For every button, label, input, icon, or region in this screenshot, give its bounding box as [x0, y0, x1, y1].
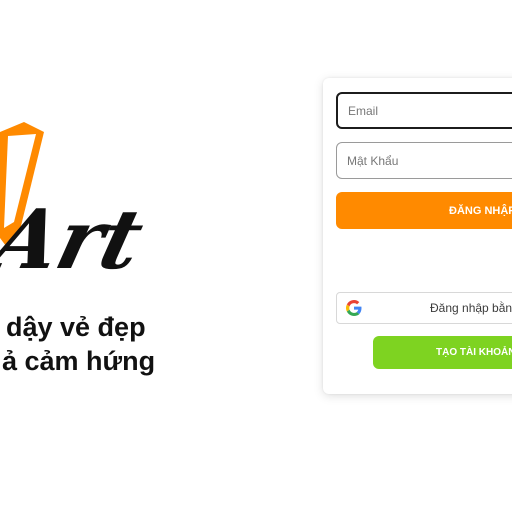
email-input[interactable]: [336, 92, 512, 129]
login-page: Art dậy vẻ đẹp ả cảm hứng ĐĂNG NHẬP Đăng…: [0, 0, 512, 512]
google-login-button[interactable]: Đăng nhập bằng: [336, 292, 512, 324]
login-card: ĐĂNG NHẬP Đăng nhập bằng TẠO TÀI KHOẢN M: [323, 78, 512, 394]
google-icon: [346, 300, 362, 316]
brand-logo: Art: [0, 122, 152, 285]
google-login-label: Đăng nhập bằng: [430, 301, 512, 315]
create-account-button[interactable]: TẠO TÀI KHOẢN M: [373, 336, 512, 369]
password-input[interactable]: [336, 142, 512, 179]
login-button[interactable]: ĐĂNG NHẬP: [336, 192, 512, 229]
logo-text: Art: [0, 191, 152, 285]
tagline-line-1: dậy vẻ đẹp: [6, 312, 146, 342]
tagline-line-2: ả cảm hứng: [2, 346, 156, 376]
